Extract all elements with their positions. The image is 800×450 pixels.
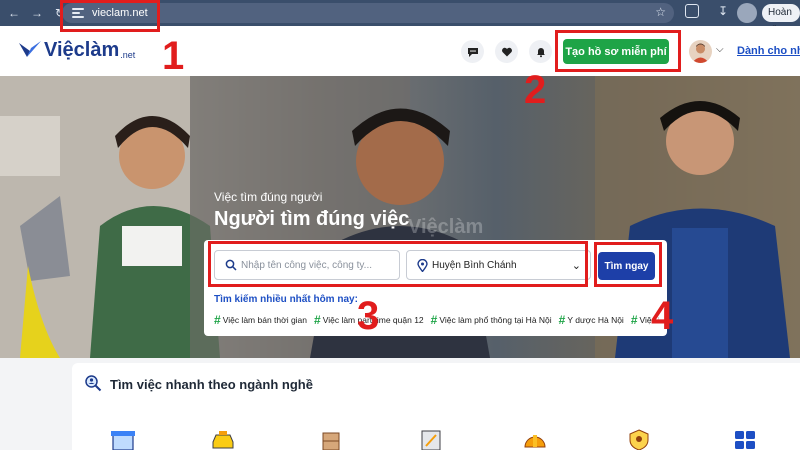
category-section: Tìm việc nhanh theo ngành nghề bbox=[72, 363, 800, 450]
category-shop-icon[interactable] bbox=[110, 429, 136, 450]
hero-watermark: Việclàm bbox=[408, 216, 484, 238]
category-security-icon[interactable] bbox=[626, 429, 652, 450]
hashtag-icon: # bbox=[630, 313, 638, 327]
employer-link[interactable]: Dành cho nhà bbox=[737, 45, 800, 57]
bookmark-star-icon[interactable]: ☆ bbox=[655, 5, 666, 19]
logo-suffix: .net bbox=[120, 50, 136, 60]
hashtag-icon: # bbox=[314, 313, 321, 327]
user-avatar[interactable] bbox=[689, 40, 712, 63]
bell-icon[interactable] bbox=[529, 40, 552, 63]
trending-label: Tìm kiếm nhiều nhất hôm nay: bbox=[214, 294, 358, 305]
done-button[interactable]: Hoàn tất bbox=[762, 4, 800, 36]
annotation-box-4 bbox=[594, 242, 662, 287]
logo-mark-icon bbox=[19, 41, 41, 57]
annotation-number-3: 3 bbox=[357, 294, 380, 338]
trending-chips: # Việc làm bán thời gian # Việc làm part t… bbox=[214, 313, 659, 327]
trending-chip[interactable]: # Việc làm bán thời gian bbox=[214, 313, 307, 327]
chevron-down-icon[interactable]: ⌵ bbox=[716, 44, 724, 55]
annotation-number-4: 4 bbox=[651, 294, 674, 338]
back-icon[interactable]: ← bbox=[5, 4, 23, 22]
chat-icon[interactable] bbox=[461, 40, 484, 63]
annotation-box-3 bbox=[208, 241, 588, 287]
annotation-number-1: 1 bbox=[162, 34, 185, 78]
category-more-icon[interactable] bbox=[732, 429, 758, 450]
category-section-title: Tìm việc nhanh theo ngành nghề bbox=[110, 377, 313, 392]
hashtag-icon: # bbox=[558, 313, 566, 327]
extensions-icon[interactable] bbox=[685, 4, 699, 18]
hero-banner: Việc tìm đúng người Người tìm đúng việc … bbox=[0, 76, 800, 358]
trending-chip[interactable]: # Y dược Hà Nội bbox=[559, 313, 624, 327]
annotation-box-2 bbox=[555, 30, 681, 72]
forward-icon[interactable]: → bbox=[28, 4, 46, 22]
hashtag-icon: # bbox=[214, 313, 221, 327]
category-taxi-icon[interactable] bbox=[210, 429, 236, 450]
annotation-number-2: 2 bbox=[524, 68, 547, 112]
browser-profile-avatar[interactable] bbox=[737, 3, 757, 23]
category-design-icon[interactable] bbox=[418, 429, 444, 450]
annotation-box-1 bbox=[60, 0, 160, 32]
trending-chip[interactable]: # Việc làm phổ thông tại Hà Nội bbox=[431, 313, 552, 327]
hero-tagline: Việc tìm đúng người bbox=[214, 190, 323, 204]
hero-headline: Người tìm đúng việc bbox=[214, 208, 410, 230]
site-logo[interactable]: Việclàm .net bbox=[18, 40, 135, 60]
hashtag-icon: # bbox=[430, 313, 438, 327]
heart-icon[interactable] bbox=[495, 40, 518, 63]
category-boxes-icon[interactable] bbox=[318, 429, 344, 450]
magnifier-people-icon bbox=[85, 375, 102, 392]
category-engineering-icon[interactable] bbox=[522, 429, 548, 450]
download-icon[interactable]: ↧ bbox=[718, 4, 728, 18]
logo-text: Việclàm bbox=[44, 39, 120, 61]
